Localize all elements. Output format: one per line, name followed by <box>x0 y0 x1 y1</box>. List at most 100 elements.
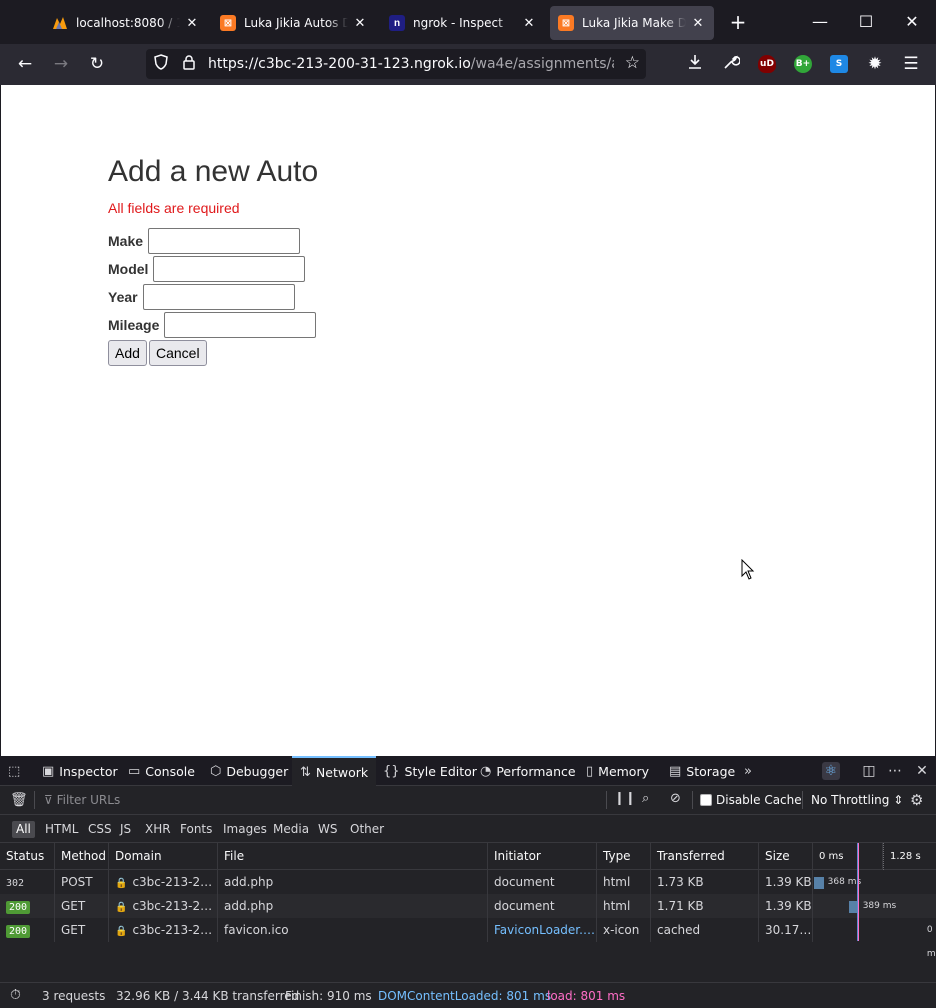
cell-status: 200 <box>0 918 55 942</box>
network-settings-gear-icon[interactable]: ⚙ <box>910 791 923 809</box>
tab-storage[interactable]: ▤ Storage <box>669 756 735 786</box>
table-row[interactable]: 302 POST 🔒 c3bc-213-200-...add.phpdocumenth… <box>0 870 936 894</box>
wrench-icon[interactable] <box>720 53 742 75</box>
tab-autos-database[interactable]: ⊠ Luka Jikia Autos Database ✕ <box>212 6 376 40</box>
column-domain[interactable]: Domain <box>109 843 218 870</box>
filter-images[interactable]: Images <box>219 821 271 838</box>
transferred-summary: 32.96 KB / 3.44 KB transferred <box>116 989 300 1003</box>
trash-icon[interactable]: 🗑 <box>10 792 28 808</box>
url-text[interactable]: https://c3bc-213-200-31-123.ngrok.io/wa4… <box>208 56 614 72</box>
downloads-icon[interactable] <box>684 53 706 75</box>
cancel-button[interactable]: Cancel <box>149 340 207 366</box>
more-tools-icon[interactable]: » <box>744 756 757 786</box>
search-icon[interactable]: ⌕ <box>642 791 649 806</box>
table-row[interactable]: 200 GET 🔒 c3bc-213-200-...favicon.icoFavico… <box>0 918 936 959</box>
filter-xhr[interactable]: XHR <box>141 821 175 838</box>
s-extension-icon[interactable]: S <box>830 55 848 73</box>
stopwatch-icon[interactable]: ⏱ <box>10 987 21 1003</box>
column-size[interactable]: Size <box>759 843 813 870</box>
error-message: All fields are required <box>108 200 240 216</box>
minimize-button[interactable]: — <box>810 12 830 32</box>
react-devtools-icon[interactable]: ⚛ <box>822 762 840 780</box>
tab-debugger[interactable]: ⬡ Debugger <box>210 756 288 786</box>
model-input[interactable] <box>153 256 306 282</box>
column-initiator[interactable]: Initiator <box>488 843 597 870</box>
column-type[interactable]: Type <box>597 843 651 870</box>
block-icon[interactable]: ⊘ <box>670 791 681 806</box>
make-input[interactable] <box>148 228 301 254</box>
status-badge: 200 <box>6 925 31 938</box>
filter-js[interactable]: JS <box>116 821 135 838</box>
make-field: Make <box>108 228 301 254</box>
load-time: load: 801 ms <box>547 989 626 1003</box>
filter-html[interactable]: HTML <box>41 821 82 838</box>
tab-console[interactable]: ▭ Console <box>128 756 195 786</box>
url-path: /wa4e/assignments/assignment <box>470 56 614 72</box>
menu-icon[interactable]: ☰ <box>900 53 922 75</box>
more-options-icon[interactable]: ⋯ <box>886 762 904 780</box>
tab-phpmyadmin[interactable]: localhost:8080 / 127.0.0.1 ✕ <box>44 6 208 40</box>
tab-network[interactable]: ⇅ Network <box>292 756 377 786</box>
page-title: Add a new Auto <box>108 155 319 188</box>
reload-button[interactable]: ↻ <box>86 53 108 75</box>
disable-cache-checkbox[interactable]: Disable Cache <box>700 793 802 807</box>
filter-urls-input[interactable]: ⊽ Filter URLs <box>44 793 120 807</box>
cell-file: add.php <box>218 894 488 918</box>
lock-icon: 🔒 <box>115 926 128 937</box>
table-row[interactable]: 200 GET 🔒 c3bc-213-200-...add.phpdocumentht… <box>0 894 936 918</box>
new-tab-button[interactable]: + <box>726 10 750 34</box>
close-icon[interactable]: ✕ <box>184 16 200 31</box>
close-icon[interactable]: ✕ <box>521 16 537 31</box>
filter-css[interactable]: CSS <box>84 821 116 838</box>
waterfall-bar <box>814 877 824 889</box>
filter-all[interactable]: All <box>12 821 35 838</box>
dock-side-icon[interactable]: ◫ <box>860 762 878 780</box>
gear-extension-icon[interactable]: ✹ <box>866 55 884 73</box>
close-window-button[interactable]: ✕ <box>902 12 922 32</box>
filter-media[interactable]: Media <box>269 821 313 838</box>
tab-inspector[interactable]: ▣ Inspector <box>42 756 118 786</box>
cell-method: GET <box>55 918 109 942</box>
year-input[interactable] <box>142 284 295 310</box>
throttling-select[interactable]: No Throttling ⇕ <box>811 793 903 807</box>
address-bar[interactable]: https://c3bc-213-200-31-123.ngrok.io/wa4… <box>146 49 646 79</box>
filter-ws[interactable]: WS <box>314 821 341 838</box>
lock-icon: 🔒 <box>115 878 128 889</box>
close-icon[interactable]: ✕ <box>690 16 706 31</box>
tab-style-editor[interactable]: {} Style Editor <box>383 756 477 786</box>
column-status[interactable]: Status <box>0 843 55 870</box>
tab-make-database[interactable]: ⊠ Luka Jikia Make Database ✕ <box>550 6 714 40</box>
forward-button[interactable]: → <box>50 53 72 75</box>
tab-memory[interactable]: ▯ Memory <box>586 756 649 786</box>
navigation-toolbar: ← → ↻ https://c3bc-213-200-31-123.ngrok.… <box>0 44 936 85</box>
maximize-button[interactable]: ☐ <box>856 12 876 32</box>
back-button[interactable]: ← <box>14 53 36 75</box>
network-status-bar: ⏱ 3 requests 32.96 KB / 3.44 KB transfer… <box>0 982 936 1008</box>
make-label: Make <box>108 233 144 249</box>
checkbox-icon[interactable] <box>700 794 712 806</box>
tab-performance[interactable]: ◔ Performance <box>480 756 576 786</box>
filter-other[interactable]: Other <box>346 821 388 838</box>
cell-method: GET <box>55 894 109 918</box>
tab-ngrok-inspect[interactable]: n ngrok - Inspect ✕ <box>381 6 545 40</box>
pause-icon[interactable]: ❙❙ <box>614 791 636 806</box>
bplus-extension-icon[interactable]: B+ <box>794 55 812 73</box>
column-file[interactable]: File <box>218 843 488 870</box>
ublock-icon[interactable]: uD <box>758 55 776 73</box>
cell-domain: 🔒 c3bc-213-200-... <box>109 918 218 942</box>
filter-fonts[interactable]: Fonts <box>176 821 216 838</box>
mileage-input[interactable] <box>164 312 317 338</box>
close-icon[interactable]: ✕ <box>352 16 368 31</box>
add-button[interactable]: Add <box>108 340 147 366</box>
lock-icon[interactable] <box>182 54 196 74</box>
cell-initiator[interactable]: FaviconLoader.jsm <box>488 918 597 942</box>
column-method[interactable]: Method <box>55 843 109 870</box>
lock-icon: 🔒 <box>115 902 128 913</box>
domain-text: c3bc-213-200-... <box>132 923 217 937</box>
bookmark-star-icon[interactable]: ☆ <box>625 53 640 73</box>
status-badge: 302 <box>6 878 25 889</box>
shield-icon[interactable] <box>154 54 168 74</box>
column-transferred[interactable]: Transferred <box>651 843 759 870</box>
element-picker-icon[interactable]: ⬚ <box>8 756 25 786</box>
close-devtools-icon[interactable]: ✕ <box>913 762 931 780</box>
